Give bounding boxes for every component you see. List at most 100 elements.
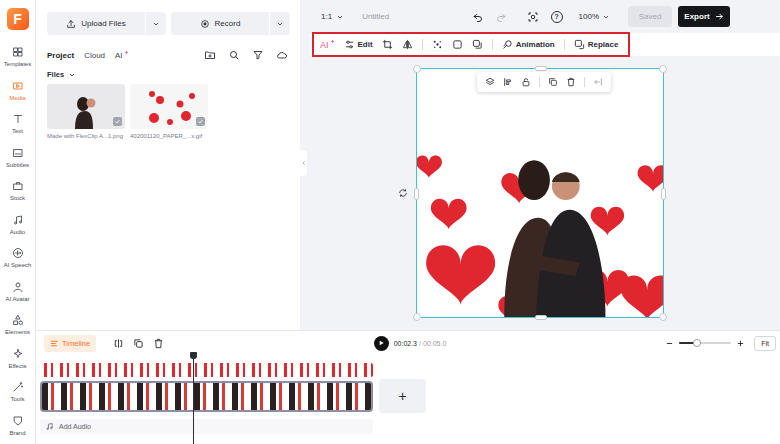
add-audio-button[interactable]: Add Audio xyxy=(40,419,373,434)
playhead[interactable] xyxy=(193,352,194,444)
search-icon[interactable] xyxy=(228,49,240,61)
panel-button[interactable]: Record xyxy=(171,12,290,35)
rotate-handle[interactable] xyxy=(398,188,408,198)
sidebar-item[interactable]: Tools xyxy=(0,375,36,409)
ai-tools-button[interactable]: AI xyxy=(320,40,335,50)
help-button[interactable]: ? xyxy=(551,11,563,23)
resize-handle[interactable] xyxy=(659,65,667,73)
file-name: 402001120_PAPER_...x.gif xyxy=(130,133,208,139)
resize-handle[interactable] xyxy=(535,66,547,71)
panel-tab[interactable]: Cloud xyxy=(84,51,105,60)
panel-tab[interactable]: Project xyxy=(47,51,74,60)
photo xyxy=(417,69,663,317)
overlay-track-clip[interactable] xyxy=(40,363,373,377)
fit-button[interactable]: Fit xyxy=(754,336,776,351)
align-icon[interactable] xyxy=(503,77,513,87)
delete-icon[interactable] xyxy=(566,77,576,87)
sidebar-item[interactable]: Elements xyxy=(0,308,36,342)
screenshot-icon[interactable] xyxy=(527,11,539,23)
zoom-select[interactable]: 100% xyxy=(579,12,610,21)
main-area: Upload Files Record Project Cloud AI Files… xyxy=(36,0,780,444)
timeline: Timeline00:02.3/00:05.0Fit+Add Audio xyxy=(36,330,780,444)
magic-icon[interactable] xyxy=(432,39,443,50)
border-icon[interactable] xyxy=(452,39,463,50)
cloud-icon[interactable] xyxy=(276,49,288,61)
sidebar-item[interactable]: Media xyxy=(0,74,36,108)
flip-icon[interactable] xyxy=(402,39,413,50)
saved-button: Saved xyxy=(628,6,672,27)
panel-button-dropdown[interactable] xyxy=(145,12,166,35)
undo-icon[interactable] xyxy=(472,11,484,23)
sidebar-item[interactable]: Stock xyxy=(0,174,36,208)
sidebar-item[interactable]: Audio xyxy=(0,208,36,242)
sidebar-label: Subtitles xyxy=(6,162,29,168)
file-checkbox[interactable] xyxy=(196,117,205,126)
file-item[interactable]: Made with FlexClip A...1.png xyxy=(47,84,125,139)
duplicate-icon[interactable] xyxy=(133,338,144,349)
sidebar-icon xyxy=(12,214,24,226)
sidebar-item[interactable]: Brand xyxy=(0,409,36,443)
resize-handle[interactable] xyxy=(414,188,419,200)
panel-button-main[interactable]: Upload Files xyxy=(47,12,145,35)
canvas[interactable] xyxy=(416,68,664,318)
upper-area: Upload Files Record Project Cloud AI Files… xyxy=(36,0,780,330)
aspect-ratio-select[interactable]: 1:1 xyxy=(321,12,344,21)
edit-button[interactable]: Edit xyxy=(344,39,373,50)
sidebar-label: Media xyxy=(9,95,25,101)
sidebar-item[interactable]: AI Avatar xyxy=(0,275,36,309)
duplicate-icon[interactable] xyxy=(548,77,558,87)
collapse-icon[interactable] xyxy=(593,77,603,87)
lock-icon[interactable] xyxy=(521,77,531,87)
sidebar-item[interactable]: Text xyxy=(0,107,36,141)
zoom-slider-knob[interactable] xyxy=(693,339,701,347)
sidebar-label: Stock xyxy=(10,195,25,201)
file-checkbox[interactable] xyxy=(113,117,122,126)
playhead-marker[interactable] xyxy=(190,352,197,359)
panel-button-main[interactable]: Record xyxy=(171,12,269,35)
zoom-slider[interactable] xyxy=(679,342,731,344)
resize-handle[interactable] xyxy=(413,65,421,73)
new-folder-icon[interactable] xyxy=(204,49,216,61)
resize-handle[interactable] xyxy=(413,313,421,321)
add-clip-button[interactable]: + xyxy=(379,379,426,413)
filter-icon[interactable] xyxy=(252,49,264,61)
animation-button[interactable]: Animation xyxy=(502,39,555,50)
resize-handle[interactable] xyxy=(659,313,667,321)
file-thumbnail[interactable] xyxy=(47,84,125,129)
separator xyxy=(584,77,585,87)
export-button[interactable]: Export xyxy=(678,6,730,27)
top-bar: 1:1 Untitled? 100% Saved Export xyxy=(300,0,780,33)
timeline-toggle[interactable]: Timeline xyxy=(44,335,96,352)
file-item[interactable]: 402001120_PAPER_...x.gif xyxy=(130,84,208,139)
panel-button[interactable]: Upload Files xyxy=(47,12,166,35)
sidebar-icon xyxy=(12,180,24,192)
arrow-right-icon xyxy=(715,12,724,21)
delete-icon[interactable] xyxy=(153,338,164,349)
layers-icon[interactable] xyxy=(485,77,495,87)
project-title[interactable]: Untitled xyxy=(362,12,389,21)
add-audio-label: Add Audio xyxy=(59,423,91,430)
resize-handle[interactable] xyxy=(661,188,666,200)
upload-icon xyxy=(66,19,76,29)
file-thumbnail[interactable] xyxy=(130,84,208,129)
sidebar-item[interactable]: Effects xyxy=(0,342,36,376)
resize-handle[interactable] xyxy=(535,315,547,320)
play-button[interactable] xyxy=(374,336,389,351)
crop-icon[interactable] xyxy=(382,39,393,50)
zoom-out-icon[interactable] xyxy=(665,339,674,348)
video-track-clip[interactable] xyxy=(40,381,373,412)
split-icon[interactable] xyxy=(113,338,124,349)
zoom-in-icon[interactable] xyxy=(736,339,745,348)
sidebar-label: Templates xyxy=(4,61,31,67)
sidebar-item[interactable]: AI Speech xyxy=(0,241,36,275)
panel-tab[interactable]: AI xyxy=(115,51,129,60)
separator xyxy=(422,39,423,50)
replace-button[interactable]: Replace xyxy=(574,39,619,50)
mask-icon[interactable] xyxy=(472,39,483,50)
sidebar-item[interactable]: Subtitles xyxy=(0,141,36,175)
panel-button-dropdown[interactable] xyxy=(269,12,290,35)
sidebar-item[interactable]: Templates xyxy=(0,40,36,74)
panel-collapse-handle[interactable] xyxy=(300,150,307,176)
files-section-header[interactable]: Files xyxy=(47,70,290,79)
logo[interactable]: F xyxy=(7,8,29,30)
